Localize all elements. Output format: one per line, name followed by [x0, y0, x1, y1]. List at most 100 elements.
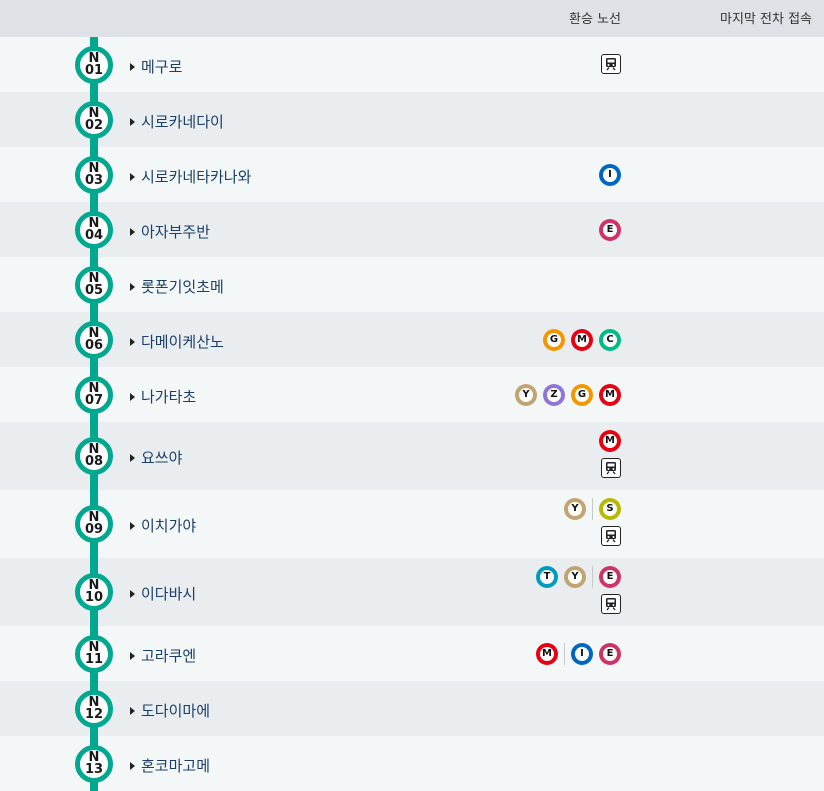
station-row: N 07 나가타초 Y Z G M — [0, 367, 824, 422]
expand-arrow-icon — [130, 337, 135, 346]
station-number: 11 — [84, 651, 104, 667]
line-y-icon[interactable]: Y — [515, 383, 537, 406]
line-s-icon[interactable]: S — [599, 498, 621, 520]
line-m-icon[interactable]: M — [599, 430, 621, 452]
line-t-icon[interactable]: T — [536, 566, 558, 588]
station-number-icon: N 09 — [75, 505, 113, 543]
line-y-icon[interactable]: Y — [564, 566, 586, 588]
station-row: N 12 도다이마에 — [0, 681, 824, 736]
station-row: N 10 이다바시 T Y E — [0, 558, 824, 626]
transfer-lines: YZGM — [515, 383, 621, 406]
station-name-link[interactable]: 나가타초 — [130, 386, 196, 407]
station-name-link[interactable]: 시로카네타카나와 — [130, 166, 251, 187]
station-name: 도다이마에 — [141, 701, 211, 720]
station-name: 롯폰기잇초메 — [141, 277, 224, 296]
station-row: N 05 롯폰기잇초메 — [0, 257, 824, 312]
transfer-lines — [601, 526, 621, 546]
station-number: 02 — [84, 117, 104, 133]
expand-arrow-icon — [130, 651, 135, 660]
expand-arrow-icon — [130, 454, 135, 462]
station-name: 나가타초 — [141, 387, 197, 406]
station-name: 시로카네타카나와 — [141, 167, 252, 186]
expand-arrow-icon — [130, 62, 135, 71]
station-number-icon: N 07 — [75, 375, 113, 414]
station-row: N 13 혼코마고메 — [0, 736, 824, 791]
jr-train-icon[interactable] — [601, 594, 621, 614]
table-header: 환승 노선 마지막 전차 접속 — [0, 0, 824, 37]
station-row: N 11 고라쿠엔 M I E — [0, 626, 824, 681]
station-row: N 03 시로카네타카나와 I — [0, 147, 824, 202]
station-name-link[interactable]: 메구로 — [130, 56, 182, 77]
station-row: N 09 이치가야 Y S — [0, 490, 824, 558]
station-number: 04 — [84, 227, 104, 243]
transfer-separator — [592, 566, 593, 588]
expand-arrow-icon — [130, 706, 135, 715]
station-number: 09 — [84, 522, 104, 537]
station-number: 13 — [84, 761, 104, 777]
expand-arrow-icon — [130, 522, 135, 530]
expand-arrow-icon — [130, 172, 135, 181]
station-number: 07 — [84, 392, 104, 408]
station-row: N 08 요쓰야 M — [0, 422, 824, 490]
expand-arrow-icon — [130, 392, 135, 401]
station-number-icon: N 03 — [75, 155, 113, 194]
station-number-icon: N 06 — [75, 320, 113, 359]
expand-arrow-icon — [130, 590, 135, 598]
transfer-lines: M — [599, 430, 621, 452]
jr-train-icon[interactable] — [601, 458, 621, 478]
line-c-icon[interactable]: C — [599, 328, 621, 351]
transfer-lines — [601, 53, 621, 74]
line-z-icon[interactable]: Z — [543, 383, 565, 406]
line-e-icon[interactable]: E — [599, 642, 621, 665]
station-name-link[interactable]: 이다바시 — [130, 583, 196, 604]
line-m-icon[interactable]: M — [536, 642, 558, 665]
station-name-link[interactable]: 도다이마에 — [130, 700, 210, 721]
station-row: N 02 시로카네다이 — [0, 92, 824, 147]
station-name-link[interactable]: 시로카네다이 — [130, 111, 224, 132]
transfer-lines: I — [599, 163, 621, 186]
transfer-lines — [601, 594, 621, 614]
station-number-icon: N 01 — [75, 45, 113, 84]
station-name: 이다바시 — [141, 585, 197, 603]
station-number: 05 — [84, 282, 104, 298]
expand-arrow-icon — [130, 117, 135, 126]
station-name: 혼코마고메 — [141, 756, 211, 775]
station-number: 03 — [84, 172, 104, 188]
station-name-link[interactable]: 혼코마고메 — [130, 755, 210, 776]
transfer-lines: MIE — [536, 642, 621, 665]
line-m-icon[interactable]: M — [571, 328, 593, 351]
station-name-link[interactable]: 이치가야 — [130, 515, 196, 536]
station-row: N 06 다메이케산노 G M C — [0, 312, 824, 367]
transfer-lines: GMC — [543, 328, 621, 351]
station-number-icon: N 08 — [75, 437, 113, 475]
line-g-icon[interactable]: G — [571, 383, 593, 406]
transfer-lines: E — [599, 218, 621, 241]
line-e-icon[interactable]: E — [599, 566, 621, 588]
station-number: 01 — [84, 62, 104, 78]
station-name-link[interactable]: 아자부주반 — [130, 221, 210, 242]
line-g-icon[interactable]: G — [543, 328, 565, 351]
station-name-link[interactable]: 요쓰야 — [130, 447, 182, 468]
transfer-lines-column-header: 환승 노선 — [569, 12, 621, 27]
station-row: N 04 아자부주반 E — [0, 202, 824, 257]
line-m-icon[interactable]: M — [599, 383, 621, 406]
station-row: N 01 메구로 — [0, 37, 824, 92]
jr-train-icon[interactable] — [601, 526, 621, 546]
expand-arrow-icon — [130, 761, 135, 770]
station-number: 12 — [84, 706, 104, 722]
transfer-separator — [564, 642, 565, 665]
station-name: 요쓰야 — [141, 449, 183, 467]
line-i-icon[interactable]: I — [571, 642, 593, 665]
line-i-icon[interactable]: I — [599, 163, 621, 186]
station-name-link[interactable]: 다메이케산노 — [130, 331, 224, 352]
station-number-icon: N 12 — [75, 689, 113, 728]
line-e-icon[interactable]: E — [599, 218, 621, 241]
line-y-icon[interactable]: Y — [564, 498, 586, 520]
transfer-lines: TYE — [536, 566, 621, 588]
jr-train-icon[interactable] — [601, 53, 621, 74]
last-train-column-header: 마지막 전차 접속 — [720, 12, 812, 27]
station-name-link[interactable]: 고라쿠엔 — [130, 645, 196, 666]
station-name: 아자부주반 — [141, 222, 211, 241]
station-name-link[interactable]: 롯폰기잇초메 — [130, 276, 224, 297]
transfer-separator — [592, 498, 593, 520]
